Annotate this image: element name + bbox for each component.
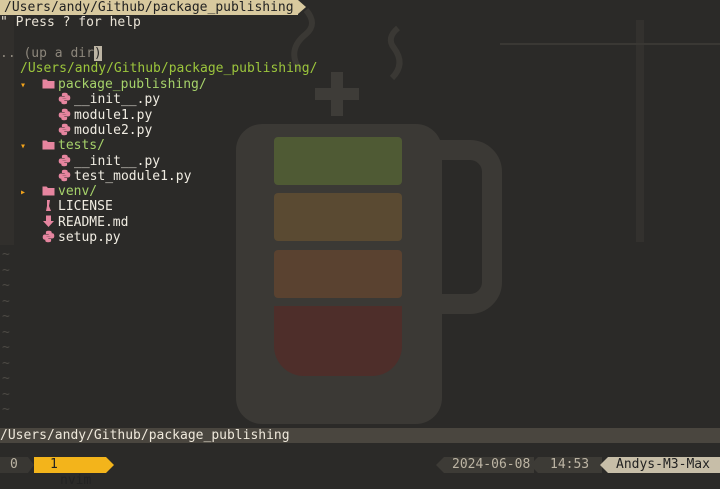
session-index[interactable]: 0 [0,457,28,473]
tree-file-row[interactable]: __init__.py [36,154,160,169]
python-file-icon [42,230,55,243]
tree-directory-row[interactable]: ▾ tests/ [20,138,105,153]
empty-line-tilde: ~ [2,293,10,309]
title-separator [297,0,306,14]
up-a-dir-item[interactable]: .. (up a dir) [0,46,102,61]
status-separator [436,457,444,473]
expanded-arrow-icon[interactable]: ▾ [20,139,42,154]
tree-item-name: module2.py [74,122,153,138]
folder-icon [42,186,55,196]
tree-item-name: LICENSE [58,199,113,215]
empty-line-tilde: ~ [2,402,10,417]
tree-item-name: package_publishing/ [58,77,207,92]
active-window-tab[interactable]: 1 nvim [34,457,106,488]
tree-directory-row[interactable]: ▾ package_publishing/ [20,77,207,92]
empty-line-tilde: ~ [2,262,10,278]
tmux-statusline: 0 1 nvim 2024-06-08 14:53 Andys-M3-Max [0,457,720,488]
tree-item-name: test_module1.py [74,168,192,184]
empty-line-tilde: ~ [2,309,10,324]
python-file-icon [58,154,71,166]
tree-file-row[interactable]: module1.py [36,108,152,123]
up-dir-text: .. (up a dir) [0,46,102,61]
tree-item-name: venv/ [58,184,98,200]
empty-line-tilde: ~ [2,355,10,371]
window-name: nvim [60,473,92,488]
tree-item-name: __init__.py [74,153,161,169]
bottom-path-bar: /Users/andy/Github/package_publishing [0,428,720,443]
text-cursor: ) [93,46,102,61]
status-time: 14:53 [538,457,602,473]
tree-item-name: module1.py [74,107,153,123]
tree-item-name: tests/ [58,138,105,154]
tree-item-name: setup.py [58,230,121,245]
status-date: 2024-06-08 [444,457,534,473]
license-icon [46,200,51,212]
tree-file-row[interactable]: __init__.py [36,92,160,107]
empty-line-tilde: ~ [2,386,10,402]
collapsed-arrow-icon[interactable]: ▸ [20,185,42,200]
tree-item-name: __init__.py [74,92,161,108]
tree-file-row[interactable]: setup.py [20,230,121,245]
status-hostname: Andys-M3-Max [608,457,720,473]
window-index: 1 [50,457,58,472]
python-file-icon [58,108,71,120]
nerdtree-title-bar: /Users/andy/Github/package_publishing [0,0,306,15]
empty-line-tilde: ~ [2,247,10,262]
title-path: /Users/andy/Github/package_publishing [0,0,298,15]
status-separator [530,457,538,473]
empty-line-tilde: ~ [2,324,10,340]
python-file-icon [58,123,71,136]
folder-icon [42,79,55,89]
markdown-download-icon [43,215,54,227]
tree-file-row[interactable]: test_module1.py [36,169,191,184]
tree-item-name: README.md [58,214,129,230]
tree-file-row[interactable]: README.md [20,215,128,230]
status-separator [106,457,114,473]
tree-file-row[interactable]: module2.py [36,123,152,138]
status-separator [600,457,608,473]
empty-line-tilde: ~ [2,278,10,293]
empty-line-tilde: ~ [2,371,10,386]
tree-directory-row[interactable]: ▸ venv/ [20,184,97,199]
empty-line-tilde: ~ [2,340,10,355]
tree-file-row[interactable]: LICENSE [20,199,113,214]
expanded-arrow-icon[interactable]: ▾ [20,78,42,93]
python-file-icon [58,169,71,181]
tree-root-path[interactable]: /Users/andy/Github/package_publishing/ [20,61,317,76]
python-file-icon [58,93,71,105]
help-hint: " Press ? for help [0,15,141,30]
folder-icon [42,140,55,150]
